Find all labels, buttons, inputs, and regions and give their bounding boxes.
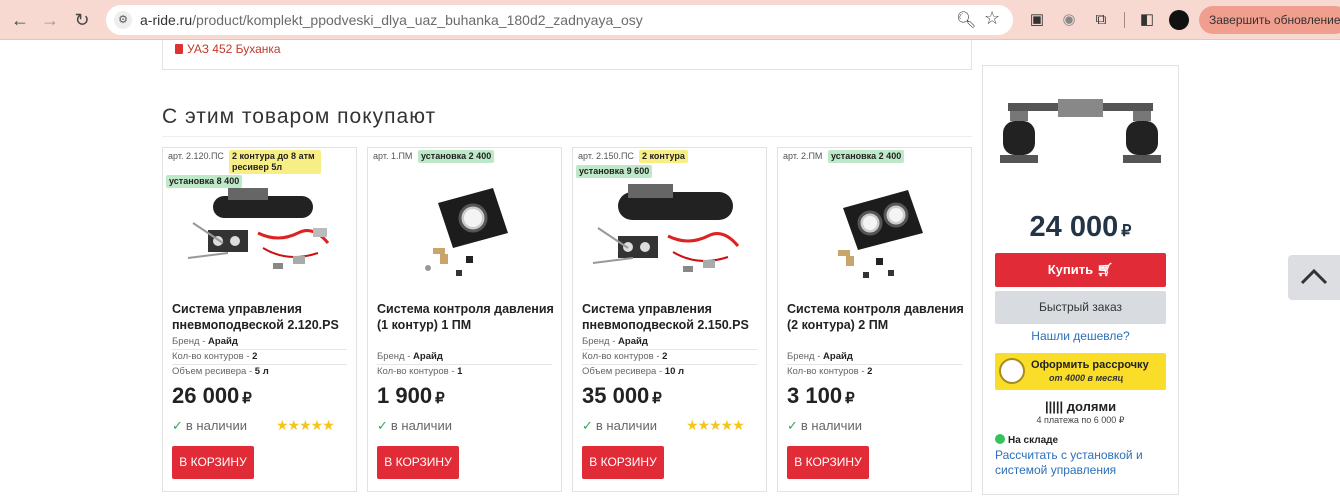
reload-icon[interactable]: ↻	[70, 8, 94, 32]
spec-brand: Бренд - Арайд	[377, 350, 552, 365]
product-card[interactable]: арт. 2.120.ПС 2 контура до 8 атм ресивер…	[162, 147, 357, 492]
stock-status: ✓ в наличии	[582, 418, 657, 433]
product-name[interactable]: Система управления пневмоподвеской 2.150…	[582, 301, 762, 333]
section-title: С этим товаром покупают	[162, 105, 437, 128]
product-price: 3 100 ₽	[787, 383, 855, 408]
check-icon: ✓	[377, 418, 388, 433]
dolyami-logo[interactable]: ||||| долями	[983, 399, 1178, 414]
extension-icon[interactable]: ▣	[1026, 9, 1048, 31]
rating-stars-icon: ★★★★★	[276, 417, 335, 433]
product-name[interactable]: Система контроля давления (2 контура) 2 …	[787, 301, 967, 333]
stock-status: ✓ в наличии	[172, 418, 247, 433]
spec-brand: Бренд - Арайд	[582, 335, 757, 350]
dolyami-payments: 4 платежа по 6 000 ₽	[1036, 415, 1125, 425]
product-image[interactable]	[788, 178, 963, 288]
chevron-up-icon	[1300, 268, 1328, 285]
product-image[interactable]	[583, 178, 758, 288]
compatibility-box: УАЗ 452 Буханка	[162, 40, 972, 70]
product-card[interactable]: арт. 1.ПМ установка 2 400 Система контро…	[367, 147, 562, 492]
stock-status: ✓ в наличии	[787, 418, 862, 433]
product-card[interactable]: арт. 2.ПМ установка 2 400 Система контро…	[777, 147, 972, 492]
bookmark-star-icon[interactable]: ☆	[984, 8, 1000, 29]
section-divider	[162, 136, 972, 137]
calculate-installation-link[interactable]: Рассчитать с установкой и системой управ…	[995, 448, 1170, 478]
spec-circuits: Кол-во контуров - 1	[377, 366, 463, 377]
forward-arrow-icon[interactable]: →	[38, 8, 62, 32]
profile-avatar[interactable]	[1169, 10, 1189, 30]
product-price: 26 000 ₽	[172, 383, 252, 408]
cart-icon: 🛒︎	[1096, 262, 1114, 277]
buy-button[interactable]: Купить 🛒︎	[995, 253, 1166, 287]
site-info-icon[interactable]: ⚙	[114, 11, 132, 29]
check-icon: ✓	[582, 418, 593, 433]
car-icon	[175, 44, 183, 54]
feature-badge: 2 контура до 8 атм ресивер 5л	[229, 150, 321, 174]
article-number: арт. 1.ПМ	[373, 151, 413, 161]
bank-logo-icon	[999, 358, 1025, 384]
spec-circuits: Кол-во контуров - 2	[787, 366, 873, 377]
url-text[interactable]: a-ride.ru/product/komplekt_ppodveski_dly…	[140, 12, 643, 28]
check-icon: ✓	[787, 418, 798, 433]
add-to-cart-button[interactable]: В КОРЗИНУ	[172, 446, 254, 479]
rating-stars-icon: ★★★★★	[686, 417, 745, 433]
product-price: 35 000 ₽	[582, 383, 662, 408]
toolbar-divider	[1124, 12, 1125, 28]
check-icon: ✓	[172, 418, 183, 433]
scroll-to-top-button[interactable]	[1288, 255, 1340, 300]
product-image[interactable]	[378, 178, 553, 288]
browser-toolbar: ← → ↻ ⚙ a-ride.ru/product/komplekt_ppodv…	[0, 0, 1340, 40]
status-dot-icon	[995, 434, 1005, 444]
product-name[interactable]: Система контроля давления (1 контур) 1 П…	[377, 301, 557, 333]
product-main-image[interactable]	[998, 91, 1163, 186]
found-cheaper-link[interactable]: Нашли дешевле?	[983, 329, 1178, 343]
add-to-cart-button[interactable]: В КОРЗИНУ	[377, 446, 459, 479]
install-badge: установка 2 400	[418, 150, 495, 163]
spec-receiver: Объем ресивера - 10 л	[582, 366, 685, 377]
address-bar[interactable]: ⚙ a-ride.ru/product/komplekt_ppodveski_d…	[106, 5, 1013, 35]
product-card[interactable]: арт. 2.150.ПС 2 контура установка 9 600 …	[572, 147, 767, 492]
product-image[interactable]	[173, 178, 348, 288]
installment-title: Оформить рассрочку	[1031, 359, 1149, 371]
buy-sidebar: 24 000 ₽ Купить 🛒︎ Быстрый заказ Нашли де…	[982, 65, 1179, 495]
product-name[interactable]: Система управления пневмоподвеской 2.120…	[172, 301, 352, 333]
warehouse-status: На складе	[995, 434, 1058, 446]
spec-circuits: Кол-во контуров - 2	[172, 350, 347, 365]
product-price: 1 900 ₽	[377, 383, 445, 408]
spec-receiver: Объем ресивера - 5 л	[172, 366, 269, 377]
spec-circuits: Кол-во контуров - 2	[582, 350, 757, 365]
add-to-cart-button[interactable]: В КОРЗИНУ	[582, 446, 664, 479]
spec-brand: Бренд - Арайд	[787, 350, 962, 365]
extensions-puzzle-icon[interactable]: ⧉	[1090, 9, 1112, 31]
feature-badge: 2 контура	[639, 150, 688, 163]
side-panel-icon[interactable]: ◧	[1136, 9, 1158, 31]
installment-subtitle: от 4000 в месяц	[1049, 373, 1124, 383]
back-arrow-icon[interactable]: ←	[8, 8, 32, 32]
car-model-link[interactable]: УАЗ 452 Буханка	[175, 42, 281, 56]
article-number: арт. 2.ПМ	[783, 151, 823, 161]
article-number: арт. 2.120.ПС	[168, 151, 224, 161]
stock-status: ✓ в наличии	[377, 418, 452, 433]
finish-update-button[interactable]: Завершить обновление	[1199, 6, 1340, 34]
article-number: арт. 2.150.ПС	[578, 151, 634, 161]
camera-icon[interactable]: ◉	[1058, 9, 1080, 31]
zoom-icon[interactable]: 🔍︎	[956, 10, 976, 30]
install-badge: установка 9 600	[576, 165, 653, 178]
installment-button[interactable]: Оформить рассрочку от 4000 в месяц	[995, 353, 1166, 390]
spec-brand: Бренд - Арайд	[172, 335, 347, 350]
main-price: 24 000 ₽	[1029, 211, 1132, 243]
add-to-cart-button[interactable]: В КОРЗИНУ	[787, 446, 869, 479]
quick-order-button[interactable]: Быстрый заказ	[995, 291, 1166, 324]
install-badge: установка 2 400	[828, 150, 905, 163]
